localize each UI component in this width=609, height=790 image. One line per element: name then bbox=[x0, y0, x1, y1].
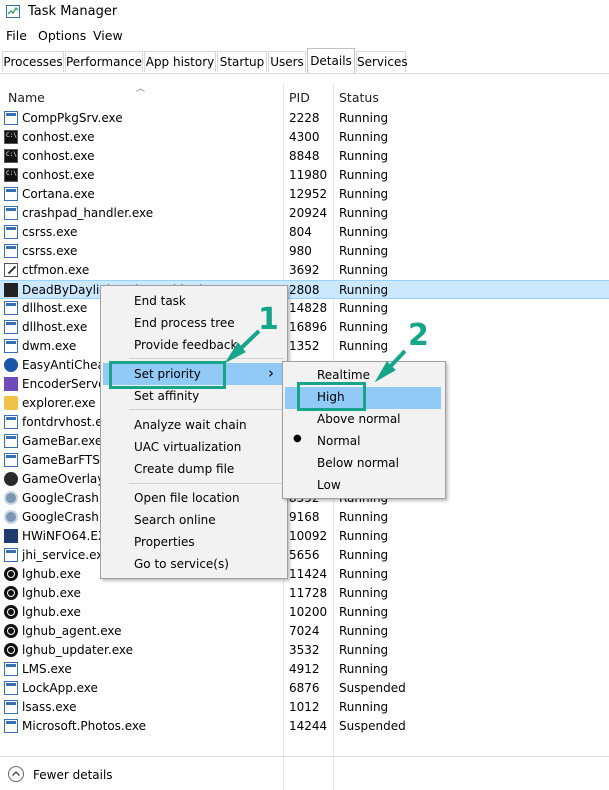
annotation-arrows bbox=[224, 329, 407, 383]
footer-divider bbox=[0, 756, 609, 757]
chevron-up-icon[interactable] bbox=[8, 766, 24, 782]
fewer-details-button[interactable]: Fewer details bbox=[33, 768, 113, 782]
